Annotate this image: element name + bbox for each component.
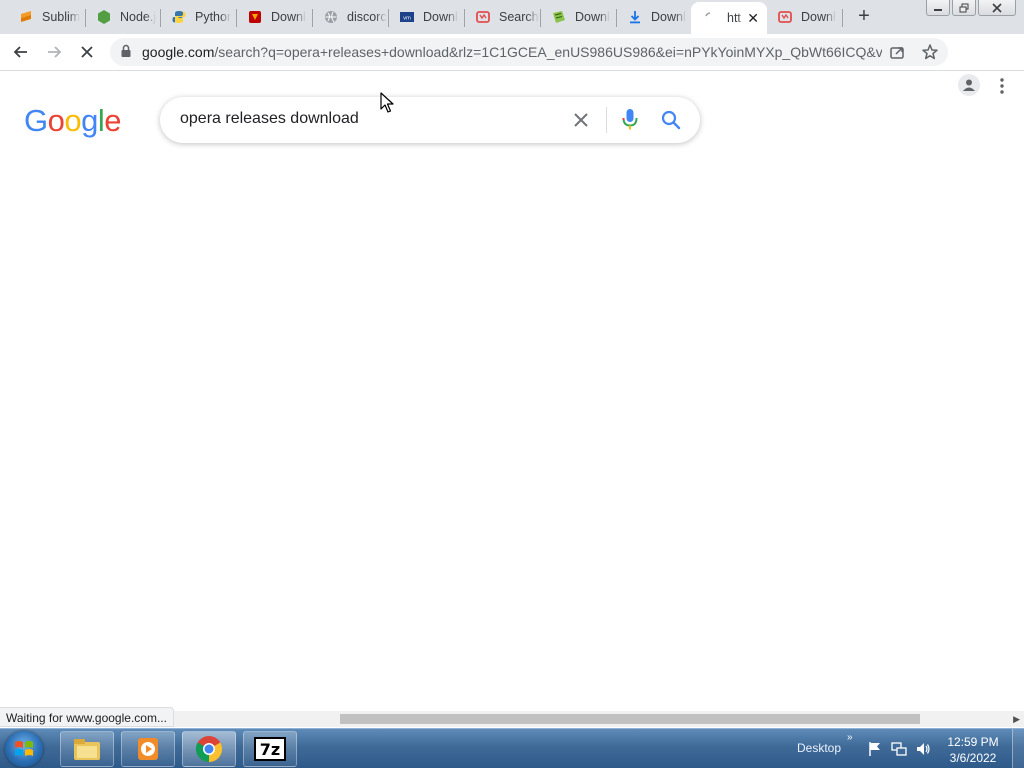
taskbar-chrome-button[interactable] xyxy=(182,731,236,767)
clear-search-icon[interactable] xyxy=(570,109,592,131)
globe-icon xyxy=(323,9,339,25)
tab-filezilla[interactable]: Downl xyxy=(237,4,313,30)
address-path: /search?q=opera+releases+download&rlz=1C… xyxy=(214,44,882,60)
tab-active-google[interactable]: htt ✕ xyxy=(691,2,767,34)
address-bar[interactable]: google.com/search?q=opera+releases+downl… xyxy=(110,38,948,66)
stop-icon xyxy=(81,46,93,58)
7zip-icon: 7z xyxy=(254,737,286,761)
tab-label: Downl xyxy=(423,10,458,24)
svg-text:vm: vm xyxy=(403,16,411,22)
taskbar-7zip-button[interactable]: 7z xyxy=(243,731,297,767)
address-url[interactable]: google.com/search?q=opera+releases+downl… xyxy=(142,44,882,60)
volume-icon[interactable] xyxy=(915,741,931,757)
stop-loading-button[interactable] xyxy=(75,40,99,64)
clock-time: 12:59 PM xyxy=(947,735,999,749)
tab-nodejs[interactable]: Node.j xyxy=(86,4,161,30)
system-clock[interactable]: 12:59 PM 3/6/2022 xyxy=(940,734,1006,766)
mouse-cursor-icon xyxy=(380,92,396,119)
tab-python[interactable]: Pythor xyxy=(161,4,237,30)
profile-avatar[interactable] xyxy=(958,74,980,96)
loading-spinner-icon xyxy=(703,10,719,26)
search-box[interactable] xyxy=(160,97,700,143)
search-icon[interactable] xyxy=(660,109,682,131)
windows-taskbar: 7z Desktop » 12:59 PM 3/6/2022 xyxy=(0,728,1024,768)
search-divider xyxy=(606,107,607,133)
taskbar-explorer-button[interactable] xyxy=(60,731,114,767)
restore-button[interactable] xyxy=(952,0,976,16)
tab-label: Search xyxy=(499,10,539,24)
tab-label: discorc xyxy=(347,10,387,24)
share-icon[interactable] xyxy=(888,43,906,66)
tab-search[interactable]: Search xyxy=(465,4,541,30)
person-icon xyxy=(963,79,975,91)
filezilla-icon xyxy=(247,9,263,25)
tab-label: htt xyxy=(727,11,741,25)
logo-letter: e xyxy=(104,103,122,138)
forward-arrow-icon xyxy=(48,46,62,58)
minimize-button[interactable] xyxy=(926,0,950,16)
close-window-button[interactable] xyxy=(978,0,1016,16)
logo-letter: g xyxy=(81,103,98,138)
tab-discord[interactable]: discorc xyxy=(313,4,389,30)
tab-download-2[interactable]: Downl xyxy=(767,4,843,30)
logo-letter: o xyxy=(64,103,82,138)
search-tab-icon xyxy=(475,9,491,25)
chrome-icon xyxy=(195,736,223,763)
lock-icon[interactable] xyxy=(120,44,132,63)
scroll-right-icon[interactable]: ▶ xyxy=(1013,714,1020,725)
tab-label: Downl xyxy=(271,10,306,24)
download-icon xyxy=(627,9,643,25)
close-tab-icon[interactable]: ✕ xyxy=(747,10,759,27)
nodejs-icon xyxy=(96,9,112,25)
tab-label: Downl xyxy=(801,10,836,24)
chevron-right-icon[interactable]: » xyxy=(847,732,853,743)
action-center-flag-icon[interactable] xyxy=(867,741,883,757)
browser-toolbar: google.com/search?q=opera+releases+downl… xyxy=(0,34,1024,96)
tab-strip: Sublim Node.j Pythor Downl discorc vm Do… xyxy=(0,0,1024,34)
tab-label: Downl xyxy=(651,10,686,24)
tab-label: Sublim xyxy=(42,10,81,24)
desktop-toolbar-label[interactable]: Desktop xyxy=(797,741,841,755)
bookmark-star-icon[interactable] xyxy=(921,43,939,66)
tab-label: Node.j xyxy=(120,10,157,24)
kebab-menu-icon[interactable] xyxy=(996,74,1008,98)
sublime-text-icon xyxy=(18,9,34,25)
tab-notepadpp[interactable]: Downl xyxy=(541,4,617,30)
notepadpp-icon xyxy=(551,9,567,25)
new-tab-button[interactable]: + xyxy=(853,6,875,28)
tab-sublime[interactable]: Sublim xyxy=(8,4,86,30)
start-button[interactable] xyxy=(5,731,43,767)
back-button[interactable] xyxy=(9,40,33,64)
address-host: google.com xyxy=(142,44,215,60)
back-arrow-icon xyxy=(13,46,27,58)
media-player-icon xyxy=(138,738,158,760)
tab-label: Pythor xyxy=(195,10,232,24)
vmware-icon: vm xyxy=(399,9,415,25)
logo-letter: G xyxy=(24,103,48,138)
scrollbar-thumb[interactable] xyxy=(340,714,920,724)
tab-vmware[interactable]: vm Downl xyxy=(389,4,465,30)
microphone-icon[interactable] xyxy=(621,108,639,132)
forward-button[interactable] xyxy=(42,40,66,64)
search-input[interactable] xyxy=(180,110,560,128)
explorer-icon xyxy=(74,739,100,760)
google-logo[interactable]: Google xyxy=(24,103,122,139)
status-bubble: Waiting for www.google.com... xyxy=(0,707,174,727)
windows-logo-icon xyxy=(15,741,33,756)
network-icon[interactable] xyxy=(891,741,907,757)
clock-date: 3/6/2022 xyxy=(949,751,997,765)
search-tab-icon xyxy=(777,9,793,25)
taskbar-media-player-button[interactable] xyxy=(121,731,175,767)
python-icon xyxy=(171,9,187,25)
7zip-label: 7z xyxy=(259,739,281,759)
window-controls xyxy=(924,0,1016,16)
show-desktop-button[interactable] xyxy=(1012,729,1024,768)
tab-download[interactable]: Downl xyxy=(617,4,693,30)
logo-letter: o xyxy=(47,103,65,138)
tab-label: Downl xyxy=(575,10,610,24)
